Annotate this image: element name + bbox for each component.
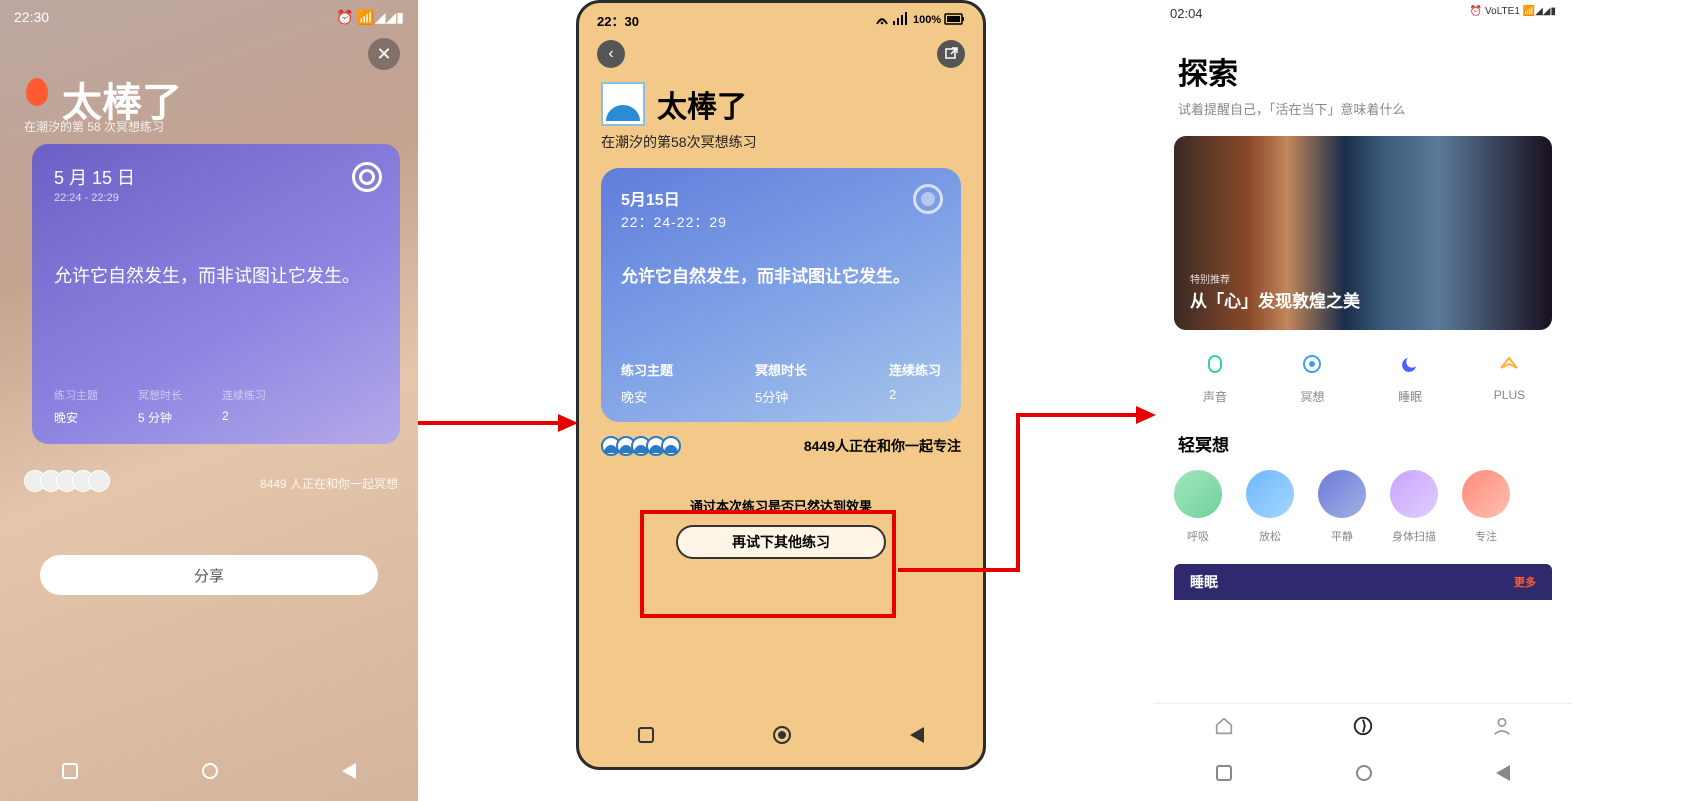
flow-arrow-1 — [418, 408, 578, 438]
page-subtitle: 在潮汐的第58次冥想练习 — [579, 132, 983, 152]
session-time: 22:24 - 22:29 — [54, 192, 378, 204]
sleep-icon — [1396, 350, 1424, 378]
recent-apps-button[interactable] — [62, 763, 78, 779]
session-date: 5 月 15 日 — [54, 164, 378, 190]
session-quote: 允许它自然发生，而非试图让它发生。 — [621, 264, 941, 290]
hero-card[interactable]: 特别推荐 从「心」发现敦煌之美 — [1174, 136, 1552, 330]
session-card: 5月15日 22：24-22：29 允许它自然发生，而非试图让它发生。 练习主题… — [601, 168, 961, 422]
participant-avatars — [24, 470, 110, 492]
page-subtitle: 试着提醒自己，「活在当下」意味着什么 — [1154, 99, 1572, 118]
status-time: 22:30 — [14, 9, 49, 25]
status-icons: 100% — [875, 12, 965, 29]
hero-title: 从「心」发现敦煌之美 — [1190, 287, 1360, 312]
back-button[interactable] — [342, 763, 356, 779]
category-plus[interactable]: PLUS — [1494, 350, 1525, 405]
session-time: 22：24-22：29 — [621, 212, 941, 232]
header: 太棒了 — [579, 78, 983, 132]
meditation-row[interactable]: 呼吸 放松 平静 身体扫描 专注 — [1154, 466, 1572, 544]
image-placeholder-icon — [601, 82, 645, 126]
page-subtitle: 在潮汐的第 58 次冥想练习 — [24, 118, 164, 135]
android-nav-bar — [0, 751, 418, 791]
category-row: 声音 冥想 睡眠 PLUS — [1154, 330, 1572, 413]
sleep-section-header[interactable]: 睡眠 更多 — [1174, 564, 1552, 600]
status-icons: ⏰ 📶◢◢▮ — [336, 9, 404, 26]
category-meditation[interactable]: 冥想 — [1298, 350, 1326, 405]
med-breathe[interactable]: 呼吸 — [1174, 470, 1222, 544]
android-nav-bar — [1154, 753, 1572, 793]
sleep-more-link[interactable]: 更多 — [1514, 574, 1536, 590]
target-icon — [913, 184, 943, 214]
tab-profile[interactable] — [1491, 715, 1513, 737]
med-bodyscan[interactable]: 身体扫描 — [1390, 470, 1438, 544]
target-icon — [352, 162, 382, 192]
back-button[interactable]: ‹ — [597, 40, 625, 68]
hero-tag: 特别推荐 — [1190, 271, 1230, 286]
participant-avatars — [601, 436, 681, 456]
home-button[interactable] — [1356, 765, 1372, 781]
session-quote: 允许它自然发生，而非试图让它发生。 — [54, 262, 378, 291]
stat-theme: 练习主题 晚安 — [621, 360, 673, 406]
participants-row: 8449人正在和你一起专注 — [579, 422, 983, 456]
session-stats: 练习主题 晚安 冥想时长 5分钟 连续练习 2 — [621, 360, 941, 406]
stat-duration: 冥想时长 5分钟 — [755, 360, 807, 406]
recent-apps-button[interactable] — [1216, 765, 1232, 781]
back-button[interactable] — [910, 727, 924, 743]
meditation-icon — [1298, 350, 1326, 378]
status-time: 22：30 — [597, 11, 639, 30]
home-button[interactable] — [202, 763, 218, 779]
page-title: 太棒了 — [657, 82, 747, 126]
status-bar: 02:04 ⏰ VoLTE1 📶◢◢▮ — [1154, 0, 1572, 21]
status-bar: 22：30 100% — [579, 3, 983, 30]
phone-2-meditation-wireframe: 22：30 100% ‹ 太棒了 在潮汐的第58次冥想练习 5月15日 2 — [576, 0, 986, 770]
recent-apps-button[interactable] — [638, 727, 654, 743]
category-sound[interactable]: 声音 — [1201, 350, 1229, 405]
med-calm[interactable]: 平静 — [1318, 470, 1366, 544]
category-sleep[interactable]: 睡眠 — [1396, 350, 1424, 405]
status-time: 02:04 — [1170, 6, 1203, 21]
home-button[interactable] — [773, 726, 791, 744]
share-button[interactable]: 分享 — [40, 555, 378, 595]
tab-explore[interactable] — [1352, 715, 1374, 737]
try-other-button[interactable]: 再试下其他练习 — [676, 525, 886, 559]
participant-count: 8449人正在和你一起专注 — [804, 436, 961, 456]
participant-count: 8449 人正在和你一起冥想 — [260, 475, 398, 492]
stat-theme: 练习主题 晚安 — [54, 387, 98, 426]
svg-text:100%: 100% — [913, 14, 941, 26]
effect-question: 通过本次练习是否已然达到效果 — [579, 496, 983, 515]
top-nav: ‹ — [579, 30, 983, 78]
status-bar: 22:30 ⏰ 📶◢◢▮ — [0, 0, 418, 28]
balloon-icon — [26, 78, 48, 106]
status-icons: ⏰ VoLTE1 📶◢◢▮ — [1470, 6, 1556, 21]
phone-1-meditation-complete: 22:30 ⏰ 📶◢◢▮ ✕ 太棒了 在潮汐的第 58 次冥想练习 5 月 15… — [0, 0, 418, 801]
share-button[interactable] — [937, 40, 965, 68]
back-button[interactable] — [1496, 765, 1510, 781]
stat-duration: 冥想时长 5 分钟 — [138, 387, 182, 426]
med-relax[interactable]: 放松 — [1246, 470, 1294, 544]
close-button[interactable]: ✕ — [368, 38, 400, 70]
stat-streak: 连续练习 2 — [222, 387, 266, 426]
med-focus[interactable]: 专注 — [1462, 470, 1510, 544]
tab-home[interactable] — [1213, 715, 1235, 737]
session-stats: 练习主题 晚安 冥想时长 5 分钟 连续练习 2 — [54, 387, 378, 426]
phone-3-explore: 02:04 ⏰ VoLTE1 📶◢◢▮ 探索 试着提醒自己，「活在当下」意味着什… — [1154, 0, 1572, 801]
stat-streak: 连续练习 2 — [889, 360, 941, 406]
sound-icon — [1201, 350, 1229, 378]
section-light-meditation: 轻冥想 — [1154, 413, 1572, 466]
session-date: 5月15日 — [621, 186, 941, 210]
bottom-tab-bar — [1154, 703, 1572, 747]
session-card: 5 月 15 日 22:24 - 22:29 允许它自然发生，而非试图让它发生。… — [32, 144, 400, 444]
plus-icon — [1495, 350, 1523, 378]
page-title: 探索 — [1154, 21, 1572, 99]
android-nav-bar — [579, 713, 983, 757]
